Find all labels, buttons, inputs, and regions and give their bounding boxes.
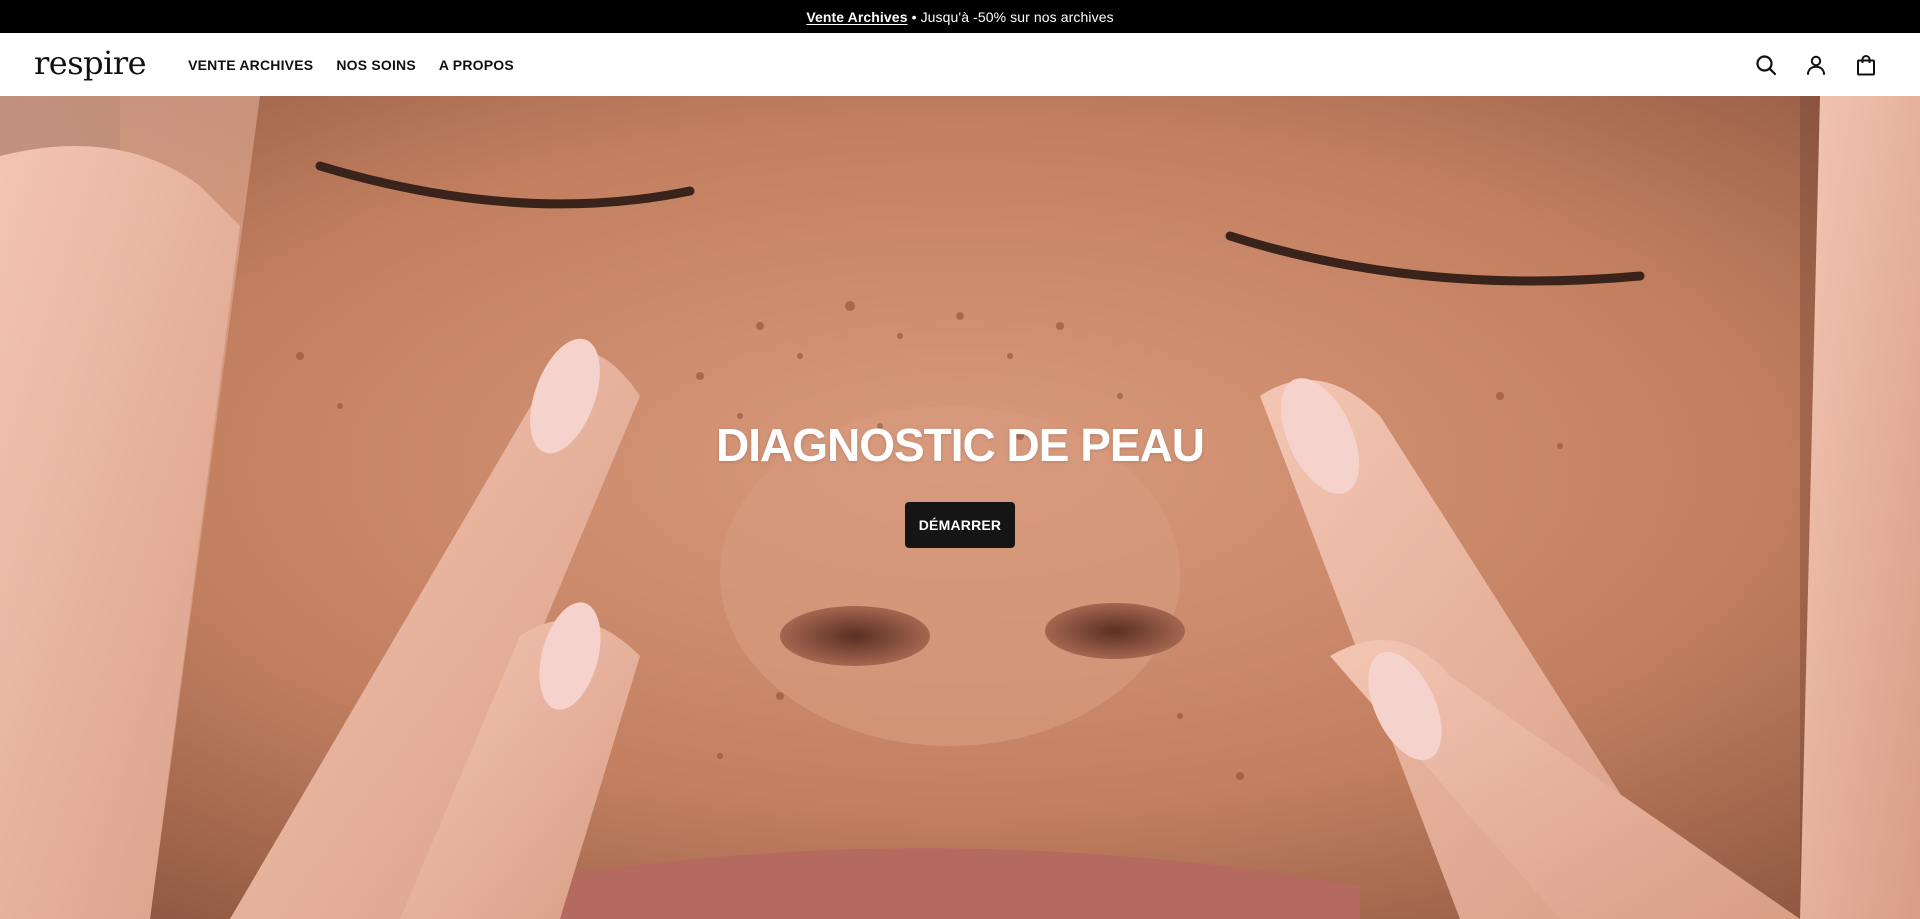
hero-banner: DIAGNOSTIC DE PEAU DÉMARRER — [0, 96, 1920, 919]
hero-content: DIAGNOSTIC DE PEAU DÉMARRER — [0, 96, 1920, 548]
announcement-text: • Jusqu'à -50% sur nos archives — [907, 8, 1114, 25]
hero-title: DIAGNOSTIC DE PEAU — [715, 419, 1205, 471]
logo[interactable]: respire — [34, 44, 147, 82]
nav-item-nos-soins[interactable]: NOS SOINS — [336, 57, 416, 73]
site-header: respire VENTE ARCHIVES NOS SOINS A PROPO… — [0, 33, 1920, 96]
bag-icon[interactable] — [1852, 51, 1880, 79]
header-icons — [1752, 51, 1880, 79]
announcement-link[interactable]: Vente Archives — [806, 9, 907, 25]
announcement-bar: Vente Archives • Jusqu'à -50% sur nos ar… — [0, 0, 1920, 33]
nav-item-vente-archives[interactable]: VENTE ARCHIVES — [188, 57, 313, 73]
nav-item-a-propos[interactable]: A PROPOS — [439, 57, 514, 73]
account-icon[interactable] — [1802, 51, 1830, 79]
main-nav: VENTE ARCHIVES NOS SOINS A PROPOS — [188, 57, 514, 73]
start-diagnostic-button[interactable]: DÉMARRER — [905, 502, 1015, 548]
search-icon[interactable] — [1752, 51, 1780, 79]
